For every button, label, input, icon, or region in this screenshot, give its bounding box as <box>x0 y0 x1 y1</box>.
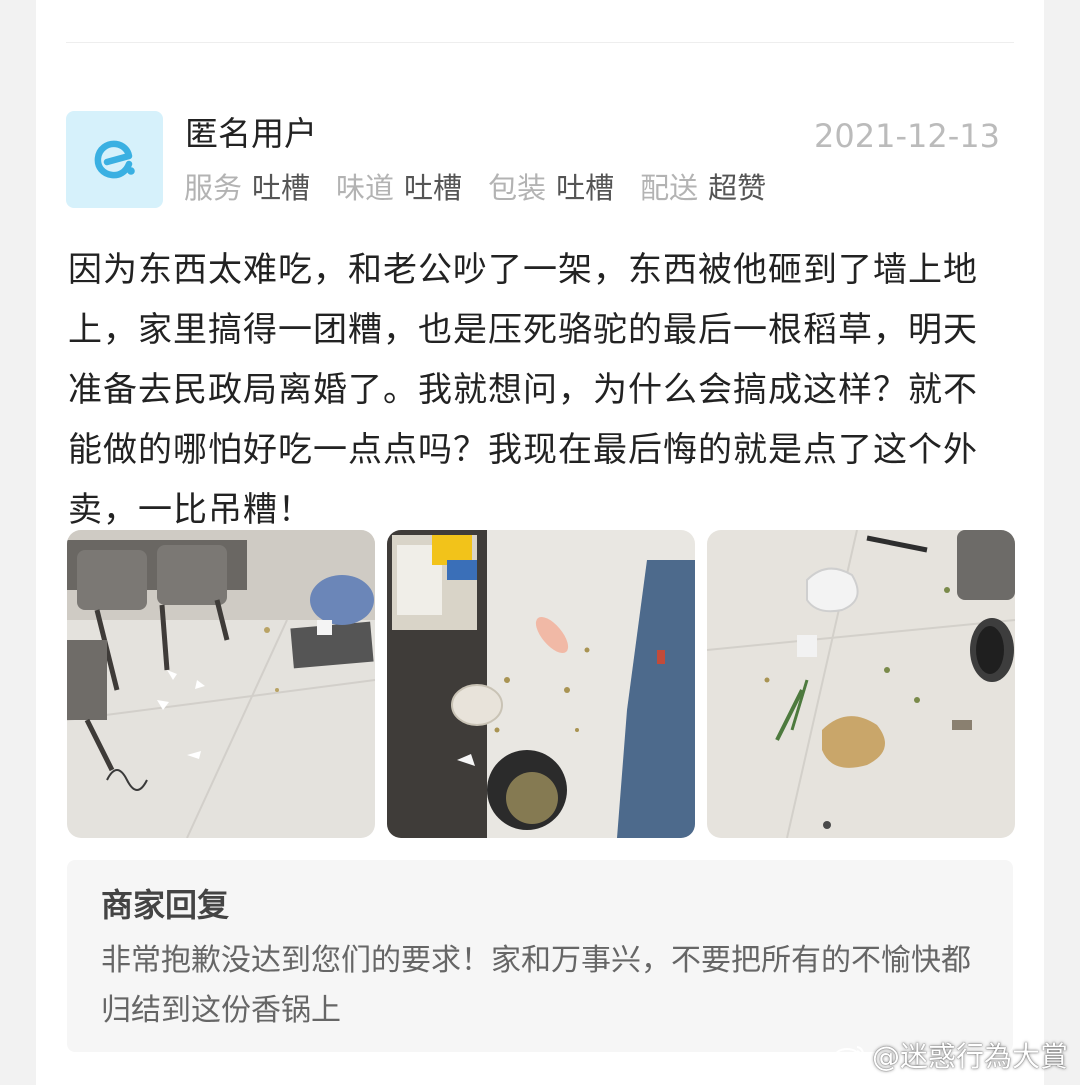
watermark-text: @迷惑行為大賞 <box>871 1040 1068 1073</box>
avatar[interactable] <box>66 111 163 208</box>
rating-value: 吐槽 <box>556 171 615 205</box>
merchant-reply-text: 非常抱歉没达到您们的要求！家和万事兴，不要把所有的不愉快都归结到这份香锅上 <box>101 943 971 1028</box>
watermark: @迷惑行為大賞 <box>832 1035 1068 1075</box>
review-photo-1[interactable] <box>67 530 375 838</box>
review-photo-3[interactable] <box>707 530 1015 838</box>
rating-taste: 味道 吐槽 <box>336 168 462 208</box>
review-text: 因为东西太难吃，和老公吵了一架，东西被他砸到了墙上地上，家里搞得一团糟，也是压死… <box>68 250 978 530</box>
rating-delivery: 配送 超赞 <box>640 168 766 208</box>
weibo-icon <box>832 1046 864 1068</box>
review-date: 2021-12-13 <box>814 117 1000 155</box>
rating-service: 服务 吐槽 <box>184 168 310 208</box>
ratings-row: 服务 吐槽 味道 吐槽 包装 吐槽 配送 超赞 <box>184 168 766 208</box>
rating-value: 吐槽 <box>252 171 311 205</box>
merchant-reply-title: 商家回复 <box>101 886 230 924</box>
rating-label: 配送 <box>640 171 699 205</box>
rating-value: 吐槽 <box>404 171 463 205</box>
rating-label: 味道 <box>336 171 395 205</box>
rating-label: 包装 <box>488 171 547 205</box>
divider <box>66 42 1014 43</box>
rating-packaging: 包装 吐槽 <box>488 168 614 208</box>
review-photo-2[interactable] <box>387 530 695 838</box>
merchant-reply: 商家回复 非常抱歉没达到您们的要求！家和万事兴，不要把所有的不愉快都归结到这份香… <box>67 860 1013 1052</box>
rating-value: 超赞 <box>708 171 767 205</box>
eleme-logo-icon <box>94 140 135 178</box>
username[interactable]: 匿名用户 <box>185 110 317 158</box>
rating-label: 服务 <box>184 171 243 205</box>
